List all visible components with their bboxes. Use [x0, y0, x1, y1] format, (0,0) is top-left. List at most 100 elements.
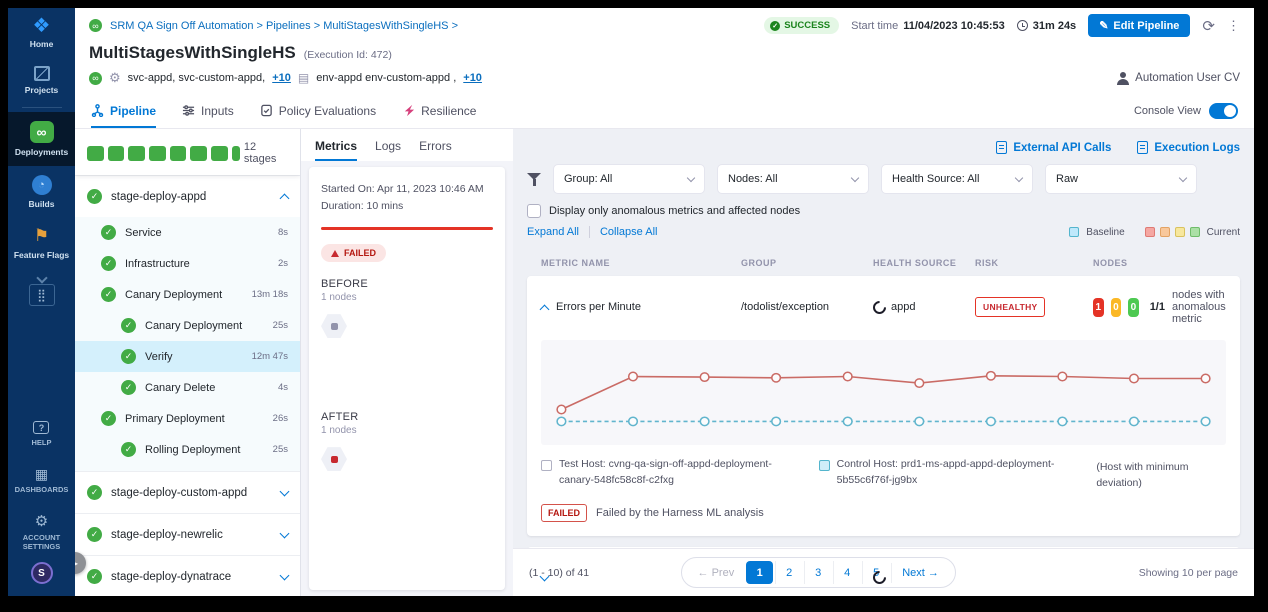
tab-label: Policy Evaluations	[279, 104, 376, 118]
metric-chart[interactable]	[541, 340, 1226, 445]
sidebar-item-builds[interactable]: ◔ Builds	[8, 166, 75, 217]
step-row-service[interactable]: ✓ Service 8s	[75, 217, 300, 248]
services-more-link[interactable]: +10	[272, 72, 291, 84]
after-node-count: 1 nodes	[321, 425, 493, 436]
step-duration: 26s	[273, 413, 288, 424]
policy-shield-icon	[260, 104, 273, 117]
anomalous-checkbox[interactable]	[527, 204, 541, 218]
step-name: Canary Delete	[145, 382, 215, 394]
tab-label: Resilience	[421, 104, 476, 118]
stage-name: stage-deploy-dynatrace	[111, 571, 231, 583]
group-filter-select[interactable]: Group: All	[553, 164, 705, 194]
metric-row[interactable]: Errors per Minute /todolist/exception ap…	[527, 276, 1240, 338]
chevron-down-icon	[687, 173, 695, 181]
sidebar-item-account-settings[interactable]: ⚙ ACCOUNT SETTINGS	[8, 505, 75, 563]
metrics-analysis-panel: External API Calls Execution Logs Group:…	[513, 129, 1254, 596]
start-time-value: 11/04/2023 10:45:53	[903, 20, 1005, 32]
tab-errors[interactable]: Errors	[419, 139, 452, 161]
step-name: Service	[125, 227, 162, 239]
warning-triangle-icon	[331, 250, 339, 257]
prev-page-button[interactable]: ← Prev	[688, 563, 745, 583]
min-deviation-note: (Host with minimum deviation)	[1096, 457, 1226, 492]
kebab-menu-icon[interactable]: ⋮	[1227, 18, 1240, 34]
before-node-hexagon[interactable]	[321, 313, 347, 339]
chevron-down-icon	[280, 486, 290, 496]
nodes-filter-select[interactable]: Nodes: All	[717, 164, 869, 194]
tab-inputs[interactable]: Inputs	[182, 93, 234, 128]
cd-module-icon: ∞	[89, 72, 102, 85]
external-api-calls-link[interactable]: External API Calls	[996, 141, 1111, 154]
execution-logs-link[interactable]: Execution Logs	[1137, 141, 1240, 154]
test-host-legend-item[interactable]: Test Host: cvng-qa-sign-off-appd-deploym…	[541, 457, 793, 492]
status-label: SUCCESS	[784, 20, 830, 31]
tab-metrics[interactable]: Metrics	[315, 139, 357, 161]
sidebar-item-feature-flags[interactable]: ⚑ Feature Flags	[8, 217, 75, 268]
module-selector-button[interactable]: ⣿	[29, 284, 55, 306]
col-metric-name: METRIC NAME	[541, 258, 741, 268]
metrics-scroll-area[interactable]: External API Calls Execution Logs Group:…	[513, 129, 1254, 548]
pagination-pill: ← Prev 1 2 3 4 5 Next →	[681, 557, 956, 588]
step-row-canary-deployment[interactable]: ✓ Canary Deployment 25s	[75, 310, 300, 341]
stage-progress-segment	[170, 146, 187, 161]
main-content: ∞ SRM QA Sign Off Automation > Pipelines…	[75, 8, 1254, 596]
stage-row-deploy-dynatrace[interactable]: ✓ stage-deploy-dynatrace	[75, 555, 300, 596]
page-button-3[interactable]: 3	[804, 561, 831, 584]
step-row-primary-deployment[interactable]: ✓ Primary Deployment 26s	[75, 403, 300, 434]
after-node-hexagon[interactable]	[321, 446, 347, 472]
tab-pipeline[interactable]: Pipeline	[91, 93, 156, 128]
stage-progress-segment	[232, 146, 240, 161]
raw-data-select[interactable]: Raw	[1045, 164, 1197, 194]
stage-row-deploy-appd[interactable]: ✓ stage-deploy-appd	[75, 175, 300, 217]
feature-flags-icon: ⚑	[34, 226, 49, 246]
tab-policy-evaluations[interactable]: Policy Evaluations	[260, 93, 376, 128]
environments-more-link[interactable]: +10	[463, 72, 482, 84]
refresh-icon[interactable]: ⟳	[1202, 17, 1215, 35]
sidebar-item-dashboards[interactable]: ▦ DASHBOARDS	[15, 458, 69, 505]
sidebar-item-deployments[interactable]: ∞ Deployments	[8, 112, 75, 165]
inputs-icon	[182, 104, 195, 117]
execution-logs-label: Execution Logs	[1154, 142, 1240, 154]
tab-resilience[interactable]: Resilience	[402, 93, 476, 128]
console-view-toggle[interactable]	[1209, 103, 1238, 119]
services-list: svc-appd, svc-custom-appd,	[128, 72, 266, 84]
page-button-2[interactable]: 2	[775, 561, 802, 584]
step-duration: 4s	[278, 382, 288, 393]
verify-tab-bar: Metrics Logs Errors	[301, 129, 513, 161]
step-duration: 12m 47s	[252, 351, 288, 362]
srm-module-icon: ∞	[89, 19, 102, 32]
step-row-canary-delete[interactable]: ✓ Canary Delete 4s	[75, 372, 300, 403]
step-row-rolling-deployment[interactable]: ✓ Rolling Deployment 25s	[75, 434, 300, 465]
page-button-4[interactable]: 4	[833, 561, 860, 584]
step-row-canary-deployment-group[interactable]: ✓ Canary Deployment 13m 18s	[75, 279, 300, 310]
step-name: Verify	[145, 351, 173, 363]
next-page-button[interactable]: Next →	[891, 563, 949, 583]
sidebar-item-projects[interactable]: Projects	[8, 57, 75, 103]
started-on: Started On: Apr 11, 2023 10:46 AM	[321, 181, 493, 198]
console-view-control: Console View	[1134, 103, 1238, 119]
collapse-all-link[interactable]: Collapse All	[600, 226, 657, 238]
sidebar-item-home[interactable]: ❖ Home	[8, 8, 75, 57]
step-row-verify[interactable]: ✓ Verify 12m 47s	[75, 341, 300, 372]
step-row-infrastructure[interactable]: ✓ Infrastructure 2s	[75, 248, 300, 279]
expand-all-link[interactable]: Expand All	[527, 226, 579, 238]
chevron-down-icon[interactable]	[36, 272, 47, 283]
stage-row-deploy-custom-appd[interactable]: ✓ stage-deploy-custom-appd	[75, 471, 300, 513]
success-check-icon: ✓	[101, 256, 116, 271]
control-host-checkbox[interactable]	[819, 460, 830, 471]
edit-pipeline-button[interactable]: ✎ Edit Pipeline	[1088, 14, 1190, 37]
filter-funnel-icon[interactable]	[527, 172, 541, 186]
stage-name: stage-deploy-newrelic	[111, 529, 223, 541]
sidebar-item-help[interactable]: ? HELP	[31, 411, 51, 458]
user-avatar[interactable]: S	[31, 562, 53, 584]
control-host-legend-item[interactable]: Control Host: prd1-ms-appd-appd-deployme…	[819, 457, 1071, 492]
tab-logs[interactable]: Logs	[375, 139, 401, 161]
health-source-filter-select[interactable]: Health Source: All	[881, 164, 1033, 194]
test-host-checkbox[interactable]	[541, 460, 552, 471]
stage-name: stage-deploy-custom-appd	[111, 487, 247, 499]
step-duration: 8s	[278, 227, 288, 238]
before-label: BEFORE	[321, 278, 493, 290]
breadcrumb[interactable]: SRM QA Sign Off Automation > Pipelines >…	[110, 20, 458, 32]
page-button-1[interactable]: 1	[746, 561, 773, 584]
stage-row-deploy-newrelic[interactable]: ✓ stage-deploy-newrelic	[75, 513, 300, 555]
baseline-label: Baseline	[1086, 227, 1124, 238]
